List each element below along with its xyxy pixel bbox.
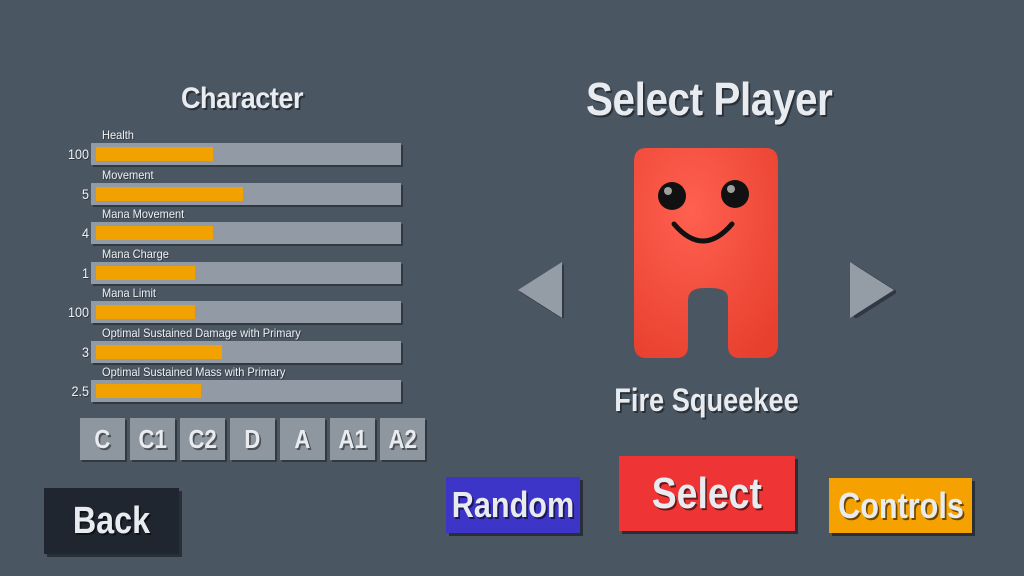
stat-value: 100	[67, 304, 89, 320]
character-name-text: Fire Squeekee	[613, 382, 799, 418]
stat-tab-d[interactable]: D	[230, 418, 275, 460]
stat-value: 1	[81, 265, 89, 281]
character-name: Fire Squeekee	[560, 382, 852, 419]
stat-tab-label: D	[244, 423, 261, 454]
stat-row: Optimal Sustained Damage with Primary 3	[0, 326, 410, 368]
stat-bar-fill	[96, 266, 195, 280]
stat-tab-a2[interactable]: A2	[380, 418, 425, 460]
character-right-eye	[721, 180, 749, 208]
stat-bar-fill	[96, 147, 213, 161]
stat-tab-label: C2	[188, 423, 217, 454]
select-button-label: Select	[651, 468, 763, 518]
stat-bar-fill	[96, 384, 201, 398]
stat-bar-fill	[96, 305, 195, 319]
stat-label: Mana Charge	[102, 247, 169, 261]
stat-row: Mana Movement 4	[0, 207, 410, 249]
stat-row: Health 100	[0, 128, 410, 170]
stat-bar-fill	[96, 345, 222, 359]
triangle-right-icon	[850, 262, 894, 318]
stat-tab-c2[interactable]: C2	[180, 418, 225, 460]
random-button[interactable]: Random	[446, 477, 580, 533]
stat-value: 2.5	[71, 383, 89, 399]
stat-tab-label: C1	[138, 423, 167, 454]
stat-tab-a[interactable]: A	[280, 418, 325, 460]
stat-bar-track	[91, 380, 401, 402]
stat-tab-label: A2	[388, 423, 417, 454]
stat-bar-fill	[96, 187, 243, 201]
stat-tab-a1[interactable]: A1	[330, 418, 375, 460]
random-button-label: Random	[451, 484, 575, 525]
stat-bar-track	[91, 301, 401, 323]
stat-row: Optimal Sustained Mass with Primary 2.5	[0, 365, 410, 407]
character-left-eye	[658, 182, 686, 210]
stat-label: Optimal Sustained Damage with Primary	[102, 326, 301, 340]
stat-value: 100	[67, 146, 89, 162]
stat-value: 3	[81, 344, 89, 360]
stat-bar-track	[91, 262, 401, 284]
stat-label: Health	[102, 128, 134, 142]
character-preview	[634, 148, 778, 358]
stat-label: Optimal Sustained Mass with Primary	[102, 365, 286, 379]
stat-value: 5	[81, 186, 89, 202]
next-character-arrow[interactable]	[850, 262, 896, 318]
stat-tab-c1[interactable]: C1	[130, 418, 175, 460]
controls-button[interactable]: Controls	[829, 478, 972, 533]
stat-value: 4	[81, 225, 89, 241]
triangle-left-icon	[518, 262, 562, 318]
stat-row: Movement 5	[0, 168, 410, 210]
character-body	[634, 148, 778, 358]
stat-label: Mana Movement	[102, 207, 185, 221]
stat-label: Mana Limit	[102, 286, 156, 300]
stat-tab-label: A	[294, 423, 311, 454]
stat-bar-fill	[96, 226, 213, 240]
stat-bar-track	[91, 341, 401, 363]
previous-character-arrow[interactable]	[518, 262, 564, 318]
stat-row: Mana Charge 1	[0, 247, 410, 289]
page-title: Select Player	[586, 73, 833, 125]
stat-tab-c[interactable]: C	[80, 418, 125, 460]
controls-button-label: Controls	[837, 484, 964, 526]
stat-bar-track	[91, 143, 401, 165]
back-button-label: Back	[72, 499, 151, 542]
stat-tab-label: C	[94, 423, 111, 454]
back-button[interactable]: Back	[44, 488, 179, 554]
stat-mode-tabs: C C1 C2 D A A1 A2	[80, 418, 425, 460]
select-button[interactable]: Select	[619, 456, 795, 531]
stat-tab-label: A1	[338, 423, 367, 454]
stat-label: Movement	[102, 168, 154, 182]
stat-bar-track	[91, 183, 401, 205]
stat-bar-track	[91, 222, 401, 244]
stat-row: Mana Limit 100	[0, 286, 410, 328]
character-stats-title: Character	[181, 82, 304, 115]
